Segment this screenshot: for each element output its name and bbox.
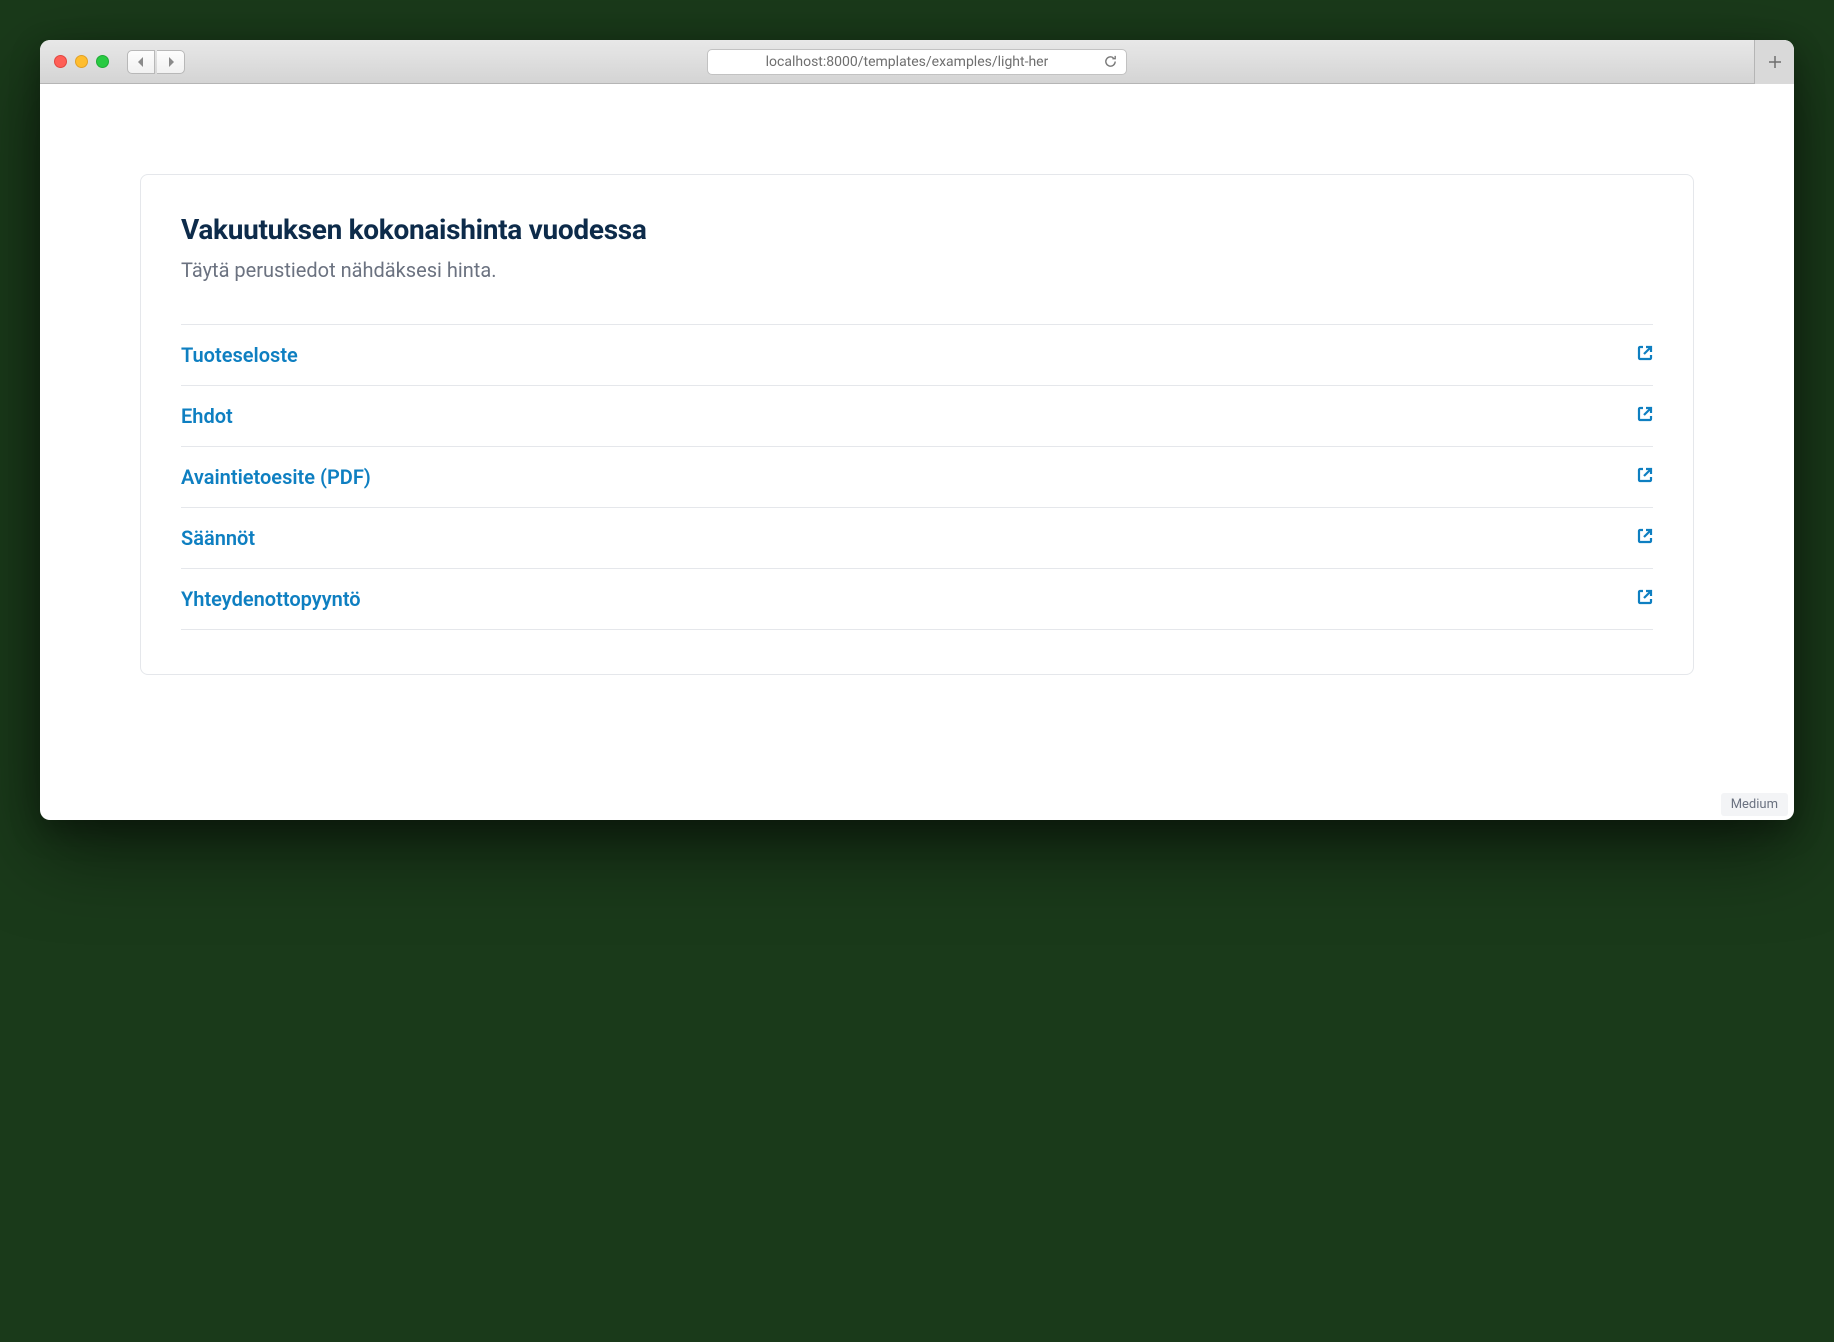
address-bar[interactable]: localhost:8000/templates/examples/light-… bbox=[707, 49, 1127, 75]
browser-window: localhost:8000/templates/examples/light-… bbox=[40, 40, 1794, 820]
close-window-button[interactable] bbox=[54, 55, 67, 68]
minimize-window-button[interactable] bbox=[75, 55, 88, 68]
chevron-right-icon bbox=[166, 56, 176, 68]
reload-icon[interactable] bbox=[1103, 54, 1118, 69]
card-title: Vakuutuksen kokonaishinta vuodessa bbox=[181, 213, 1653, 246]
link-label: Tuoteseloste bbox=[181, 343, 298, 367]
chevron-left-icon bbox=[136, 56, 146, 68]
plus-icon bbox=[1768, 55, 1782, 69]
card-subtitle: Täytä perustiedot nähdäksesi hinta. bbox=[181, 258, 1653, 282]
nav-buttons bbox=[127, 50, 185, 74]
address-text: localhost:8000/templates/examples/light-… bbox=[766, 54, 1049, 70]
link-list: Tuoteseloste Ehdot Avaintietoesite (PDF) bbox=[181, 324, 1653, 630]
link-row-avaintietoesite[interactable]: Avaintietoesite (PDF) bbox=[181, 447, 1653, 508]
link-label: Ehdot bbox=[181, 404, 233, 428]
external-link-icon bbox=[1637, 528, 1653, 548]
external-link-icon bbox=[1637, 589, 1653, 609]
price-card: Vakuutuksen kokonaishinta vuodessa Täytä… bbox=[140, 174, 1694, 675]
titlebar: localhost:8000/templates/examples/light-… bbox=[40, 40, 1794, 84]
back-button[interactable] bbox=[127, 50, 155, 74]
new-tab-button[interactable] bbox=[1754, 40, 1794, 84]
external-link-icon bbox=[1637, 345, 1653, 365]
forward-button[interactable] bbox=[157, 50, 185, 74]
maximize-window-button[interactable] bbox=[96, 55, 109, 68]
link-label: Säännöt bbox=[181, 526, 255, 550]
link-row-tuoteseloste[interactable]: Tuoteseloste bbox=[181, 325, 1653, 386]
viewport-badge: Medium bbox=[1721, 793, 1788, 816]
external-link-icon bbox=[1637, 467, 1653, 487]
link-row-saannot[interactable]: Säännöt bbox=[181, 508, 1653, 569]
page-content: Vakuutuksen kokonaishinta vuodessa Täytä… bbox=[40, 84, 1794, 715]
link-row-ehdot[interactable]: Ehdot bbox=[181, 386, 1653, 447]
link-row-yhteydenottopyynto[interactable]: Yhteydenottopyyntö bbox=[181, 569, 1653, 630]
traffic-lights bbox=[54, 55, 109, 68]
link-label: Yhteydenottopyyntö bbox=[181, 587, 361, 611]
external-link-icon bbox=[1637, 406, 1653, 426]
link-label: Avaintietoesite (PDF) bbox=[181, 465, 371, 489]
